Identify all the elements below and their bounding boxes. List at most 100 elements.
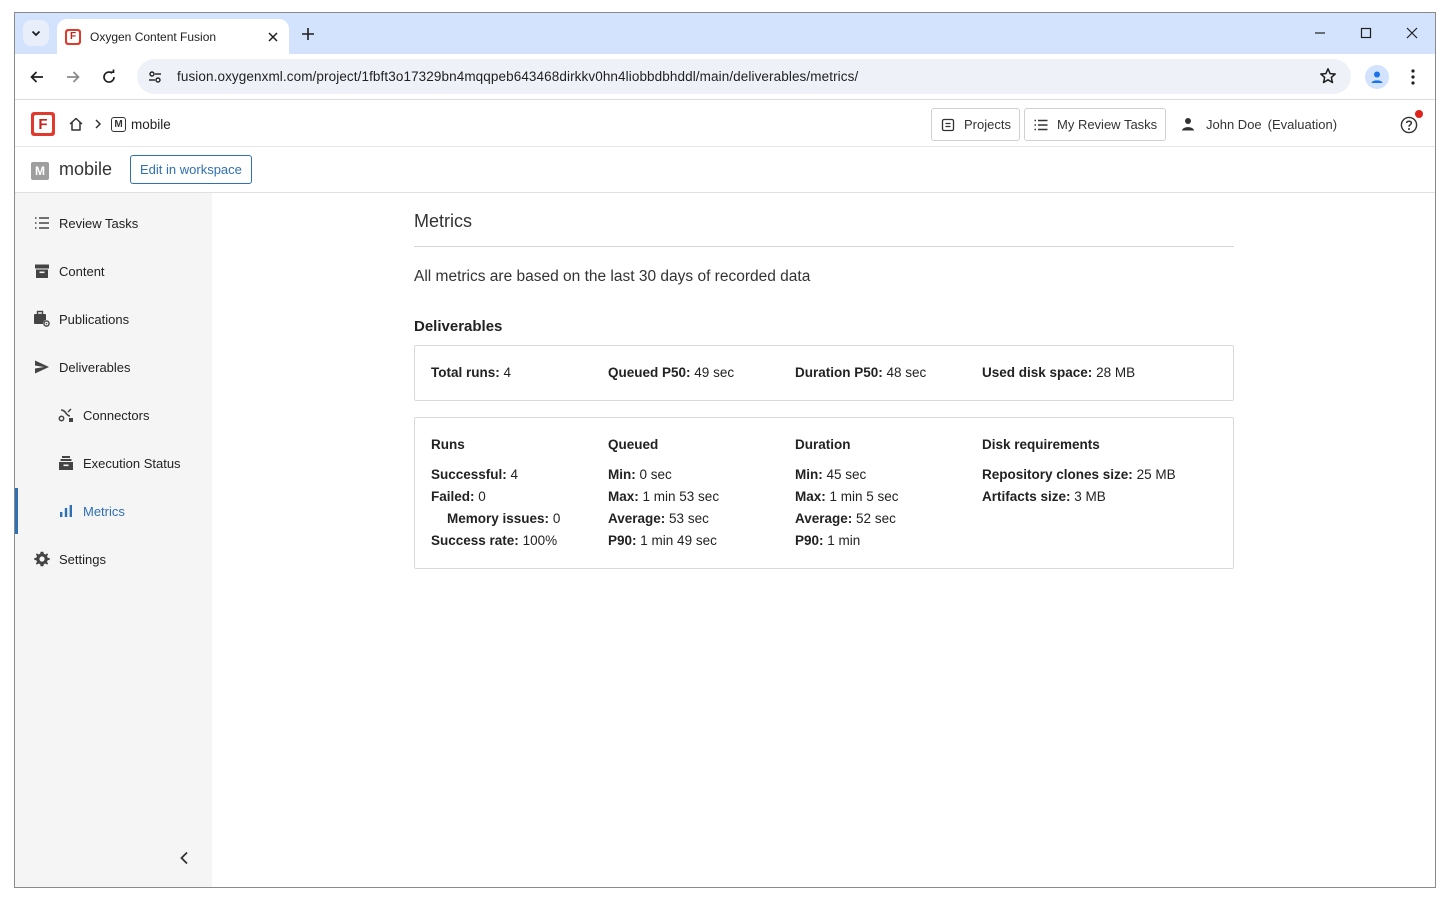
projects-button[interactable]: Projects	[931, 108, 1020, 141]
duration-average-row: Average: 52 sec	[795, 511, 899, 533]
sidebar-item-label: Publications	[59, 311, 130, 327]
tab-search-button[interactable]	[23, 20, 49, 46]
help-button[interactable]	[1398, 110, 1423, 136]
summary-card: Total runs: 4 Queued P50: 49 sec Duratio…	[414, 345, 1234, 401]
reload-button[interactable]	[97, 65, 121, 89]
stat-value: 45 sec	[826, 467, 867, 482]
list-icon	[1033, 117, 1049, 133]
disk-requirements-column: Disk requirements Repository clones size…	[982, 437, 1176, 511]
sidebar-item-label: Content	[59, 263, 105, 279]
edit-in-workspace-button[interactable]: Edit in workspace	[130, 155, 252, 184]
maximize-button[interactable]	[1353, 21, 1379, 45]
stat-value: 4	[503, 365, 512, 380]
chevron-left-icon	[180, 851, 188, 865]
sidebar: Review Tasks Content Publications Delive…	[15, 193, 212, 887]
send-icon	[33, 358, 51, 376]
forward-button[interactable]	[61, 65, 85, 89]
stat-label: P90:	[795, 533, 824, 548]
sidebar-item-deliverables[interactable]: Deliverables	[15, 347, 212, 387]
back-button[interactable]	[25, 65, 49, 89]
profile-button[interactable]	[1365, 65, 1389, 89]
bookmark-button[interactable]	[1317, 65, 1339, 87]
stat-value: 0 sec	[639, 467, 672, 482]
stat-label: Artifacts size:	[982, 489, 1071, 504]
stat-label: Used disk space:	[982, 365, 1093, 380]
stat-label: Average:	[795, 511, 853, 526]
queued-p90-row: P90: 1 min 49 sec	[608, 533, 719, 555]
close-icon	[268, 31, 278, 42]
sidebar-item-connectors[interactable]: Connectors	[15, 395, 212, 435]
collapse-sidebar-button[interactable]	[175, 849, 193, 867]
stat-value: 52 sec	[856, 511, 896, 526]
review-tasks-label: My Review Tasks	[1057, 117, 1158, 132]
sidebar-item-publications[interactable]: Publications	[15, 299, 212, 339]
sidebar-item-metrics[interactable]: Metrics	[15, 488, 212, 534]
site-info-button[interactable]	[143, 65, 167, 89]
fusion-logo[interactable]: F	[31, 112, 55, 136]
browser-tab[interactable]: F Oxygen Content Fusion	[57, 19, 289, 54]
new-tab-button[interactable]	[297, 23, 319, 45]
fusion-favicon-icon: F	[65, 28, 81, 45]
person-icon	[1371, 71, 1383, 83]
reload-icon	[103, 69, 115, 83]
duration-p50-stat: Duration P50: 48 sec	[795, 365, 926, 380]
stat-value: 25 MB	[1136, 467, 1176, 482]
sidebar-item-execution-status[interactable]: Execution Status	[15, 443, 212, 483]
more-vert-icon	[1411, 69, 1415, 85]
sidebar-item-label: Review Tasks	[59, 215, 139, 231]
success-rate-row: Success rate: 100%	[431, 533, 560, 555]
duration-column: Duration Min: 45 sec Max: 1 min 5 sec Av…	[795, 437, 899, 555]
arrow-left-icon	[30, 71, 43, 83]
sidebar-item-settings[interactable]: Settings	[15, 539, 212, 579]
window-close-button[interactable]	[1399, 21, 1425, 45]
stat-value: 0	[478, 489, 486, 504]
address-bar[interactable]: fusion.oxygenxml.com/project/1fbft3o1732…	[137, 59, 1351, 94]
title-divider	[414, 246, 1234, 247]
app-header: F M mobile Projects My Review Tasks John…	[15, 101, 1435, 147]
user-menu[interactable]: John Doe (Evaluation)	[1179, 115, 1337, 133]
minimize-icon	[1315, 32, 1325, 34]
sidebar-item-review-tasks[interactable]: Review Tasks	[15, 203, 212, 243]
project-name: mobile	[59, 159, 113, 179]
stat-value: 0	[552, 511, 561, 526]
chevron-down-icon	[31, 30, 41, 37]
stat-label: Min:	[608, 467, 636, 482]
star-icon	[1320, 68, 1336, 84]
user-license-note: (Evaluation)	[1267, 116, 1338, 132]
tune-icon	[149, 70, 161, 83]
stat-value: 4	[510, 467, 519, 482]
project-bar: M mobile Edit in workspace	[15, 148, 1435, 193]
sidebar-item-label: Settings	[59, 551, 106, 567]
queued-average-row: Average: 53 sec	[608, 511, 719, 533]
help-icon	[1400, 116, 1418, 134]
sidebar-item-content[interactable]: Content	[15, 251, 212, 291]
tab-close-button[interactable]	[265, 29, 281, 45]
my-review-tasks-button[interactable]: My Review Tasks	[1024, 108, 1167, 141]
stat-value: 1 min	[827, 533, 861, 548]
stat-value: 1 min 5 sec	[829, 489, 899, 504]
browser-window: F Oxygen Content Fusion fusion.oxygenxml…	[14, 12, 1436, 888]
stat-label: Queued P50:	[608, 365, 691, 380]
queued-p50-stat: Queued P50: 49 sec	[608, 365, 734, 380]
used-disk-space-stat: Used disk space: 28 MB	[982, 365, 1135, 380]
url-text: fusion.oxygenxml.com/project/1fbft3o1732…	[177, 69, 859, 84]
stat-value: 49 sec	[694, 365, 735, 380]
minimize-button[interactable]	[1307, 21, 1333, 45]
sidebar-item-label: Connectors	[83, 407, 150, 423]
page-title: Metrics	[414, 211, 472, 231]
home-icon[interactable]	[67, 115, 85, 133]
sidebar-item-label: Deliverables	[59, 359, 131, 375]
project-avatar: M	[31, 162, 49, 180]
stat-label: Successful:	[431, 467, 507, 482]
stat-value: 1 min 49 sec	[640, 533, 717, 548]
artifacts-size-row: Artifacts size: 3 MB	[982, 489, 1176, 511]
browser-menu-button[interactable]	[1403, 65, 1423, 89]
duration-p90-row: P90: 1 min	[795, 533, 899, 555]
sidebar-item-label: Metrics	[83, 503, 125, 519]
memory-issues-row: Memory issues: 0	[431, 511, 560, 533]
maximize-icon	[1360, 27, 1372, 39]
breadcrumb-project[interactable]: mobile	[131, 117, 171, 132]
disk-requirements-heading: Disk requirements	[982, 437, 1100, 452]
plus-icon	[302, 28, 314, 40]
stat-label: Failed:	[431, 489, 475, 504]
